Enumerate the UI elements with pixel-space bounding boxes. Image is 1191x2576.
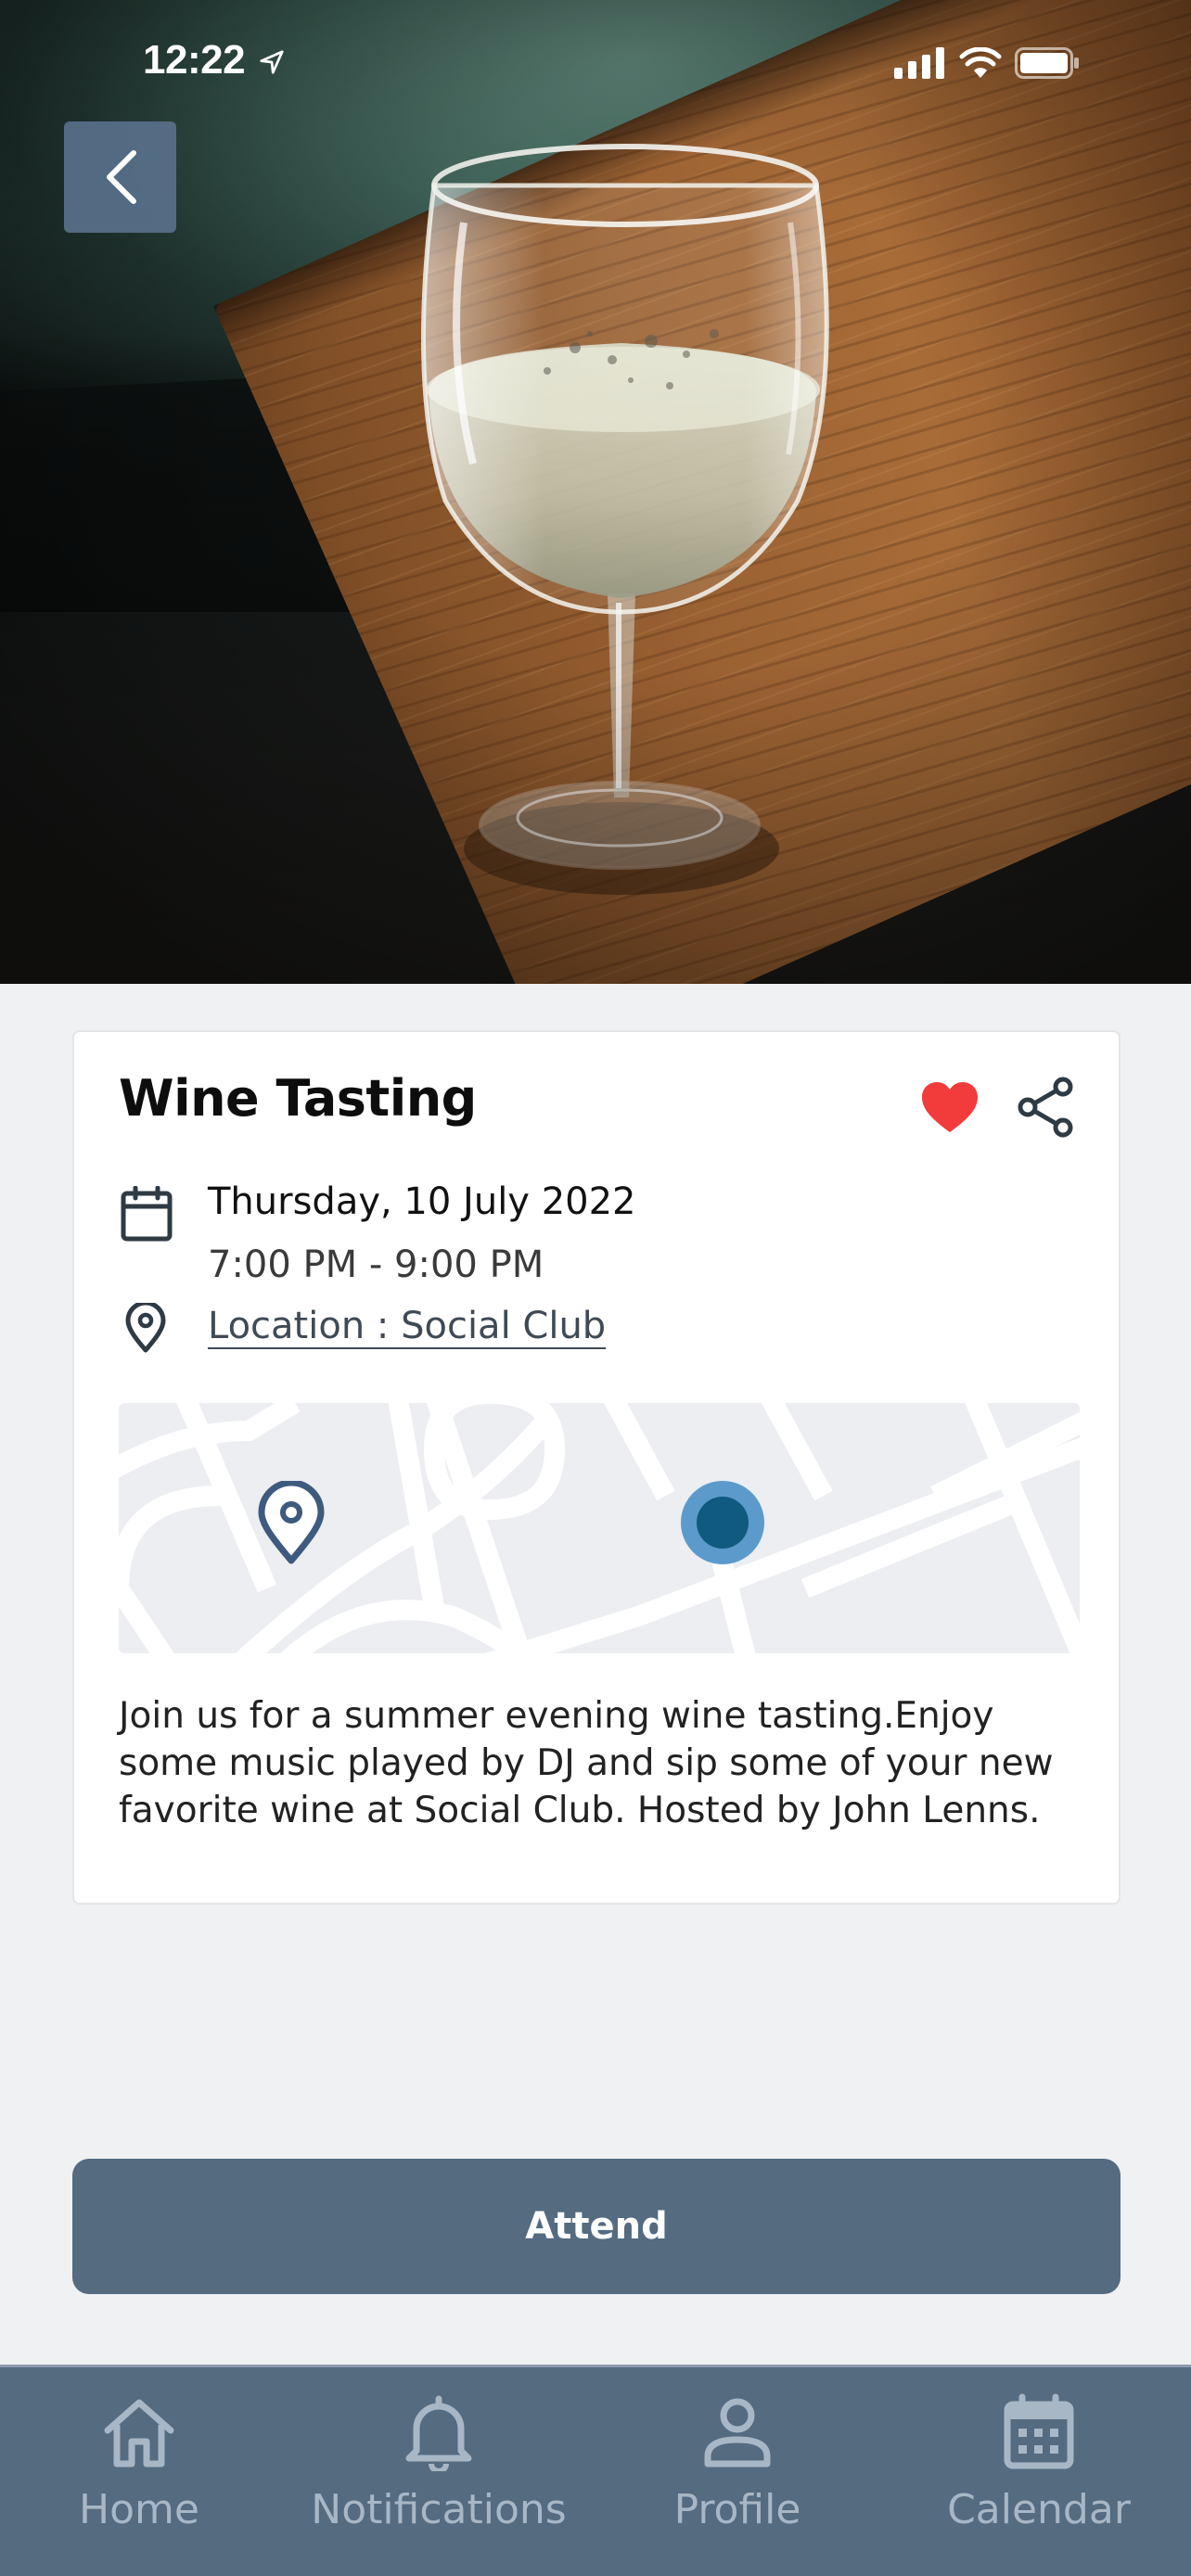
map-pin-icon bbox=[258, 1481, 325, 1564]
attend-button[interactable]: Attend bbox=[72, 2159, 1121, 2294]
event-time: 7:00 PM - 9:00 PM bbox=[208, 1243, 544, 1286]
battery-icon bbox=[1015, 47, 1079, 79]
event-date: Thursday, 10 July 2022 bbox=[208, 1180, 636, 1223]
tab-calendar[interactable]: Calendar bbox=[890, 2393, 1187, 2533]
wifi-icon bbox=[959, 47, 1002, 78]
status-time: 12:22 bbox=[143, 37, 246, 83]
event-map[interactable] bbox=[119, 1403, 1080, 1653]
bell-icon bbox=[405, 2395, 472, 2471]
share-icon[interactable] bbox=[1017, 1077, 1076, 1138]
home-icon bbox=[104, 2399, 174, 2468]
tab-home[interactable]: Home bbox=[0, 2393, 288, 2533]
calendar-icon bbox=[1004, 2393, 1074, 2469]
tab-label: Profile bbox=[673, 2486, 801, 2533]
hero-image bbox=[0, 0, 1191, 984]
heart-icon[interactable] bbox=[920, 1080, 980, 1134]
tab-label: Home bbox=[79, 2486, 199, 2533]
person-icon bbox=[704, 2398, 771, 2468]
location-pin-icon bbox=[125, 1303, 166, 1353]
signal-icon bbox=[894, 47, 944, 79]
event-card: Wine Tasting Thursday, 10 July 2022 7:00… bbox=[72, 1030, 1121, 1905]
status-indicators bbox=[894, 45, 1080, 82]
tab-notifications[interactable]: Notifications bbox=[290, 2393, 587, 2533]
event-location-link[interactable]: Location : Social Club bbox=[208, 1305, 606, 1347]
hero-vignette bbox=[0, 0, 1191, 984]
back-button[interactable] bbox=[64, 121, 176, 233]
tab-profile[interactable]: Profile bbox=[589, 2393, 886, 2533]
status-bar: 12:22 bbox=[0, 0, 1191, 130]
location-arrow-icon bbox=[260, 50, 284, 74]
chevron-left-icon bbox=[106, 150, 136, 204]
tab-label: Calendar bbox=[947, 2486, 1131, 2533]
event-description: Join us for a summer evening wine tastin… bbox=[119, 1695, 1054, 1831]
event-title: Wine Tasting bbox=[119, 1069, 477, 1128]
calendar-icon bbox=[121, 1186, 173, 1242]
current-location-marker bbox=[681, 1481, 764, 1564]
tab-label: Notifications bbox=[311, 2486, 567, 2533]
bottom-tab-bar: Home Notifications Profile Calendar bbox=[0, 2365, 1191, 2576]
